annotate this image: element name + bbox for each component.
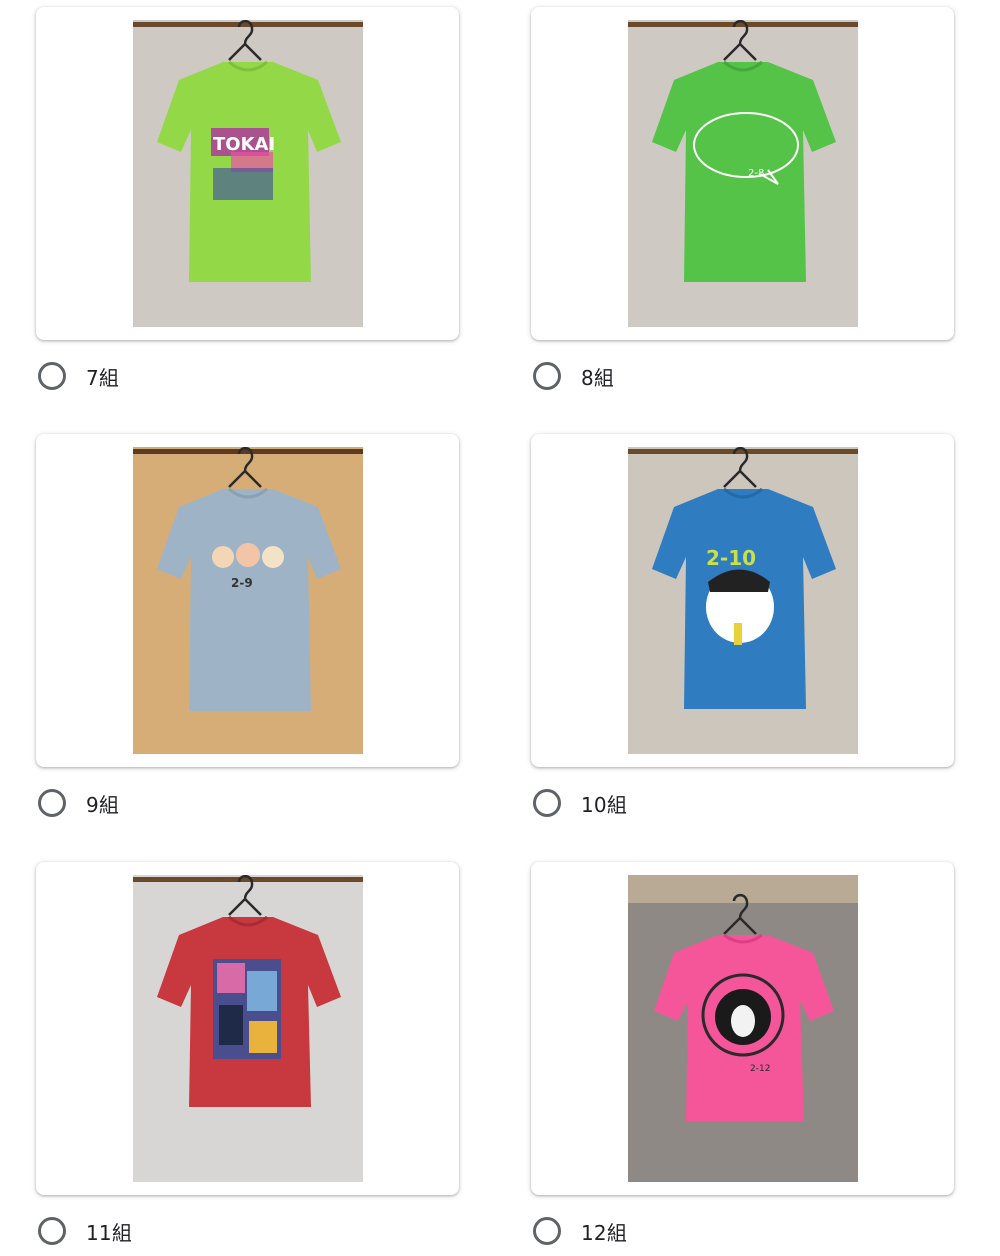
radio-button[interactable] — [38, 1217, 66, 1245]
radio-option-7[interactable]: 7組 — [36, 356, 336, 396]
tshirt-photo-12: 2-12 — [628, 875, 858, 1182]
radio-button[interactable] — [533, 789, 561, 817]
radio-button[interactable] — [533, 362, 561, 390]
option-label: 11組 — [86, 1220, 133, 1245]
print-text: 2-10 — [706, 546, 756, 570]
option-label: 12組 — [581, 1220, 628, 1245]
radio-option-11[interactable]: 11組 — [36, 1211, 336, 1251]
print-text: 2-12 — [750, 1064, 770, 1074]
option-image-card — [36, 862, 459, 1195]
radio-option-8[interactable]: 8組 — [531, 356, 831, 396]
radio-option-10[interactable]: 10組 — [531, 783, 831, 823]
radio-button[interactable] — [38, 362, 66, 390]
option-image-card: 2-9 — [36, 434, 459, 767]
radio-button[interactable] — [38, 789, 66, 817]
option-label: 9組 — [86, 792, 120, 817]
tshirt-photo-9: 2-9 — [133, 447, 363, 754]
option-label: 7組 — [86, 365, 120, 390]
print-text: TOKAI — [213, 134, 275, 155]
tshirt-photo-10: 2-10 — [628, 447, 858, 754]
option-image-card: TOKAI — [36, 7, 459, 340]
option-image-card: 2-10 — [531, 434, 954, 767]
tshirt-photo-7: TOKAI — [133, 20, 363, 327]
print-text: 2-8 — [748, 168, 764, 179]
tshirt-photo-11 — [133, 875, 363, 1182]
option-image-card: 2-8 — [531, 7, 954, 340]
radio-option-12[interactable]: 12組 — [531, 1211, 831, 1251]
print-text: 2-9 — [231, 576, 253, 590]
radio-option-9[interactable]: 9組 — [36, 783, 336, 823]
tshirt-photo-8: 2-8 — [628, 20, 858, 327]
option-image-card: 2-12 — [531, 862, 954, 1195]
option-label: 10組 — [581, 792, 628, 817]
option-label: 8組 — [581, 365, 615, 390]
radio-button[interactable] — [533, 1217, 561, 1245]
